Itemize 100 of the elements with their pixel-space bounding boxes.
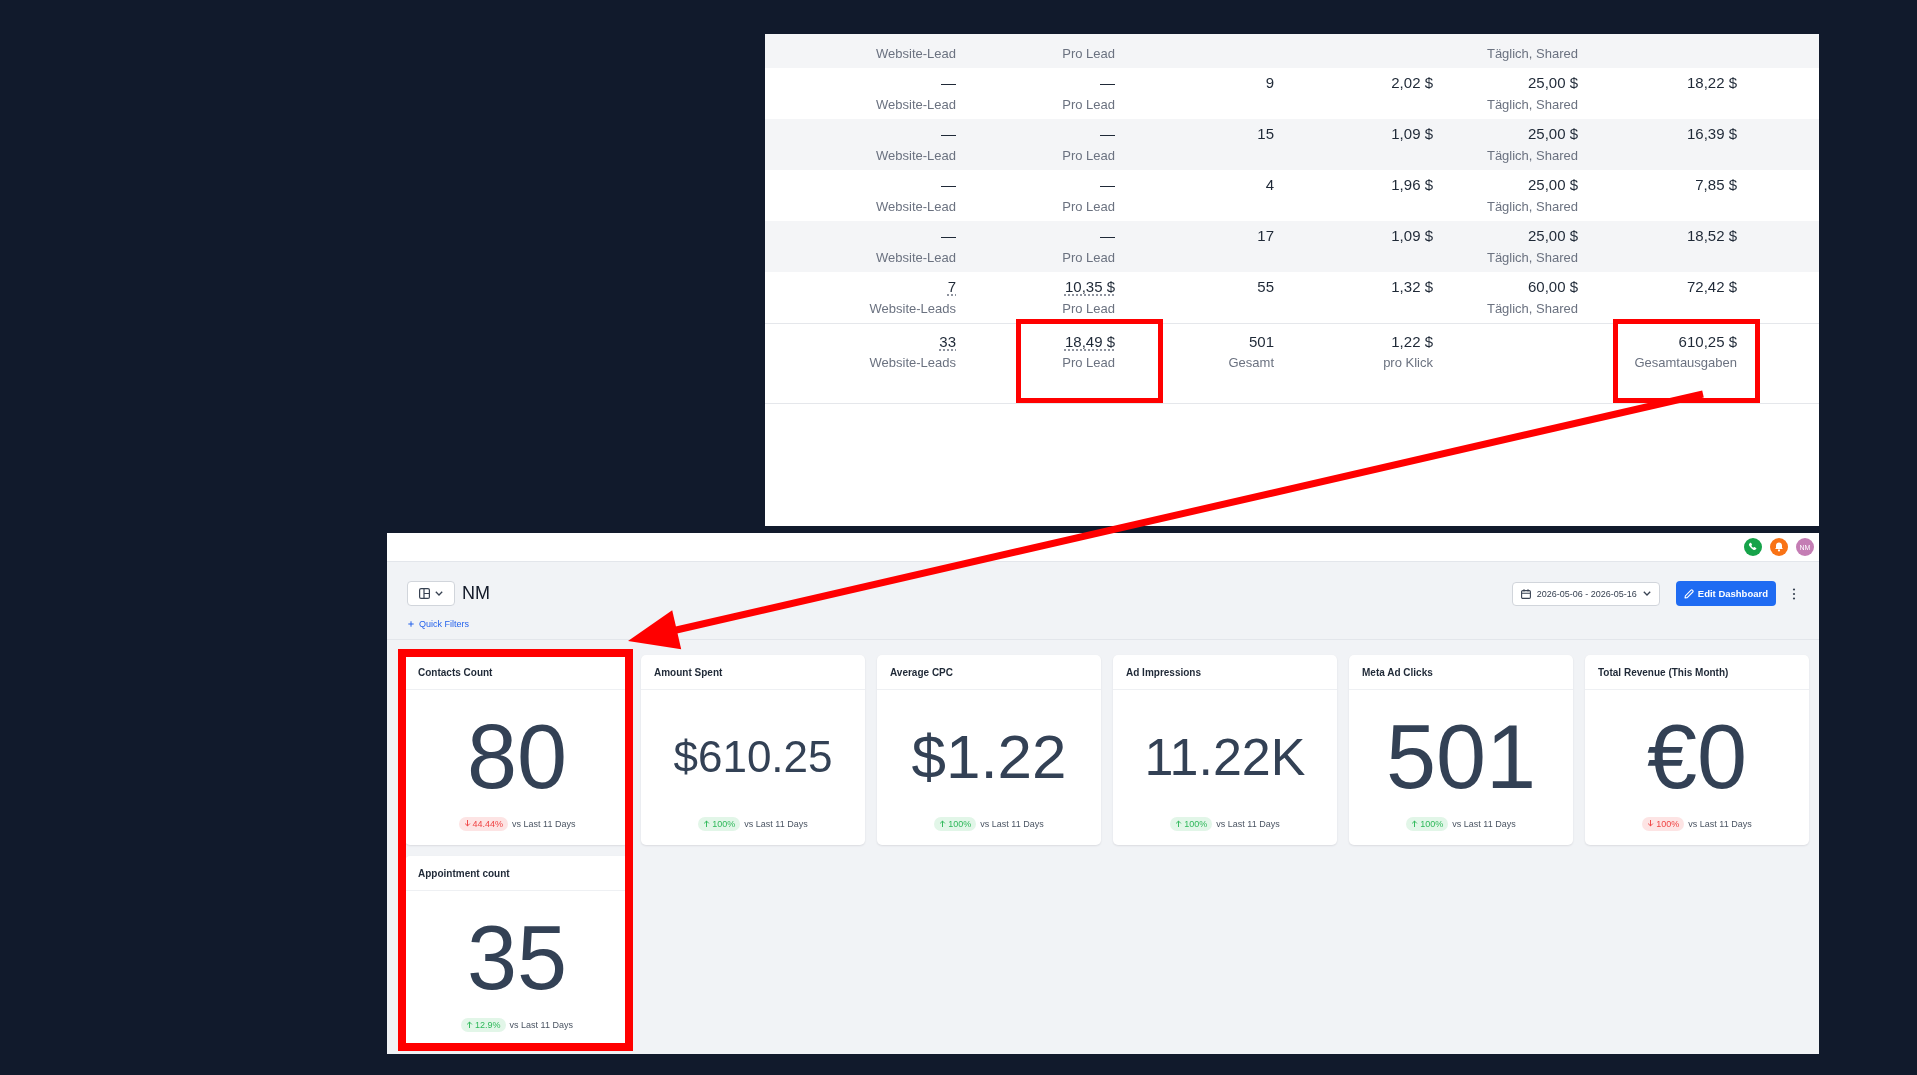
table-caption: Website-Lead bbox=[876, 199, 956, 215]
comparison-text: vs Last 11 Days bbox=[1452, 818, 1516, 829]
trend-percent: 100% bbox=[948, 818, 972, 829]
plus-icon bbox=[408, 621, 414, 627]
trend-percent: 12.9% bbox=[475, 1019, 501, 1030]
table-caption: Gesamtausgaben bbox=[1634, 355, 1737, 371]
card-title: Total Revenue (This Month) bbox=[1598, 666, 1729, 678]
table-value: 15 bbox=[1257, 125, 1274, 143]
table-value: 18,22 $ bbox=[1686, 74, 1737, 92]
table-caption: Täglich, Shared bbox=[1486, 97, 1578, 113]
table-value: — bbox=[941, 74, 956, 92]
comparison-text: vs Last 11 Days bbox=[1216, 818, 1280, 829]
table-value: — bbox=[941, 176, 956, 194]
phone-icon[interactable] bbox=[1744, 538, 1762, 556]
trend-percent: 44.44% bbox=[472, 818, 504, 829]
arrow-up-icon bbox=[1175, 820, 1183, 827]
layout-icon bbox=[419, 588, 430, 599]
more-icon[interactable] bbox=[1792, 587, 1796, 600]
comparison-text: vs Last 11 Days bbox=[1688, 818, 1752, 829]
bell-icon[interactable] bbox=[1770, 538, 1788, 556]
date-range-button[interactable]: 2026-05-06 - 2026-05-16 bbox=[1511, 581, 1660, 606]
table-caption: Website-Lead bbox=[876, 250, 956, 266]
table-value: 18,49 $ bbox=[1064, 333, 1115, 351]
table-value: 2,02 $ bbox=[1391, 74, 1433, 92]
card-title: Average CPC bbox=[890, 666, 953, 678]
table-value: — bbox=[1100, 176, 1115, 194]
table-caption: Täglich, Shared bbox=[1486, 199, 1578, 215]
metric-value: 35 bbox=[466, 913, 568, 1003]
comparison-text: vs Last 11 Days bbox=[509, 1019, 573, 1030]
table-value: 25,00 $ bbox=[1527, 74, 1578, 92]
table-caption: Website-Lead bbox=[876, 97, 956, 113]
table-caption: Website-Leads bbox=[869, 355, 956, 371]
quick-filters-link[interactable]: Quick Filters bbox=[408, 618, 469, 630]
layout-toggle-button[interactable] bbox=[407, 581, 455, 606]
table-caption: Pro Lead bbox=[1062, 199, 1115, 215]
table-value: 1,96 $ bbox=[1391, 176, 1433, 194]
card-title: Ad Impressions bbox=[1126, 666, 1202, 678]
table-value: 7 bbox=[947, 278, 956, 296]
arrow-down-icon bbox=[463, 820, 471, 827]
table-value: — bbox=[941, 125, 956, 143]
table-value: 18,52 $ bbox=[1686, 227, 1737, 245]
trend-percent: 100% bbox=[712, 818, 736, 829]
table-value: 17 bbox=[1257, 227, 1274, 245]
table-value: 1,32 $ bbox=[1391, 278, 1433, 296]
table-value: 1,09 $ bbox=[1391, 227, 1433, 245]
chevron-down-icon bbox=[1642, 591, 1651, 596]
arrow-up-icon bbox=[466, 1021, 474, 1028]
table-caption: Täglich, Shared bbox=[1486, 148, 1578, 164]
table-value: 25,00 $ bbox=[1527, 125, 1578, 143]
metric-value: $1.22 bbox=[911, 726, 1067, 788]
table-caption: Täglich, Shared bbox=[1486, 250, 1578, 266]
table-value: 610,25 $ bbox=[1678, 333, 1737, 351]
table-value: 1,22 $ bbox=[1391, 333, 1433, 351]
table-caption: Website-Leads bbox=[869, 301, 956, 317]
metric-value: 80 bbox=[466, 712, 568, 802]
arrow-up-icon bbox=[1411, 820, 1419, 827]
table-value: 72,42 $ bbox=[1686, 278, 1737, 296]
arrow-up-icon bbox=[939, 820, 947, 827]
card-title: Amount Spent bbox=[654, 666, 723, 678]
dashboard-title: NM bbox=[462, 583, 490, 604]
table-value: — bbox=[1100, 125, 1115, 143]
trend-percent: 100% bbox=[1184, 818, 1208, 829]
comparison-text: vs Last 11 Days bbox=[744, 818, 808, 829]
metric-value: 11.22K bbox=[1144, 731, 1306, 783]
table-value: 16,39 $ bbox=[1686, 125, 1737, 143]
table-caption: Täglich, Shared bbox=[1486, 301, 1578, 317]
card-title: Contacts Count bbox=[418, 666, 493, 678]
table-value: — bbox=[941, 227, 956, 245]
table-caption: pro Klick bbox=[1383, 355, 1433, 371]
table-caption: Website-Lead bbox=[876, 148, 956, 164]
edit-dashboard-button[interactable]: Edit Dashboard bbox=[1675, 581, 1776, 606]
table-value: 7,85 $ bbox=[1695, 176, 1737, 194]
card-title: Meta Ad Clicks bbox=[1362, 666, 1433, 678]
table-caption: Pro Lead bbox=[1062, 148, 1115, 164]
table-value: 60,00 $ bbox=[1527, 278, 1578, 296]
card-title: Appointment count bbox=[418, 867, 510, 879]
table-caption: Pro Lead bbox=[1062, 355, 1115, 371]
table-value: 55 bbox=[1257, 278, 1274, 296]
table-caption: Website-Lead bbox=[876, 46, 956, 62]
table-value: — bbox=[1100, 74, 1115, 92]
chevron-down-icon bbox=[435, 591, 443, 596]
comparison-text: vs Last 11 Days bbox=[512, 818, 576, 829]
table-value: 25,00 $ bbox=[1527, 176, 1578, 194]
trend-percent: 100% bbox=[1656, 818, 1680, 829]
metric-value: 501 bbox=[1385, 712, 1537, 802]
table-value: 10,35 $ bbox=[1064, 278, 1115, 296]
table-value: 4 bbox=[1265, 176, 1274, 194]
table-value: — bbox=[1100, 227, 1115, 245]
metric-value: $610.25 bbox=[673, 735, 833, 779]
table-caption: Täglich, Shared bbox=[1486, 46, 1578, 62]
table-caption: Gesamt bbox=[1228, 355, 1274, 371]
table-caption: Pro Lead bbox=[1062, 97, 1115, 113]
table-caption: Pro Lead bbox=[1062, 46, 1115, 62]
table-value: 1,09 $ bbox=[1391, 125, 1433, 143]
table-value: 501 bbox=[1248, 333, 1274, 351]
comparison-text: vs Last 11 Days bbox=[980, 818, 1044, 829]
trend-percent: 100% bbox=[1420, 818, 1444, 829]
table-value: 33 bbox=[939, 333, 956, 351]
table-value: 25,00 $ bbox=[1527, 227, 1578, 245]
metric-value: €0 bbox=[1646, 712, 1748, 802]
